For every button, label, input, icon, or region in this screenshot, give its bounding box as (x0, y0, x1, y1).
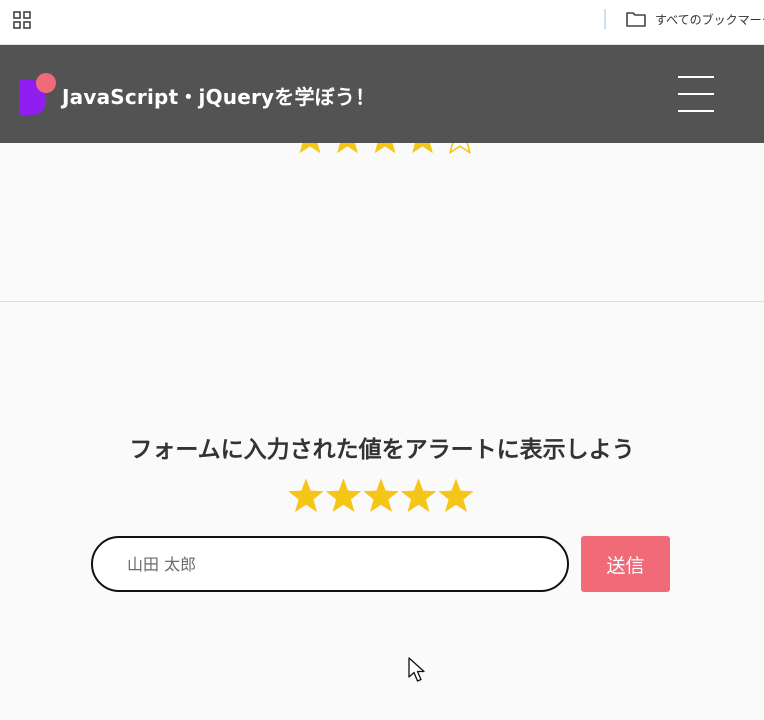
hamburger-icon (678, 76, 714, 78)
bookmarks-divider (604, 9, 606, 29)
form-rating-filled-star-icon (288, 478, 324, 512)
submit-button[interactable]: 送信 (581, 536, 670, 592)
hamburger-menu-button[interactable] (676, 74, 716, 114)
form-rating-filled-star-icon (363, 478, 399, 512)
all-bookmarks-folder[interactable]: すべてのブックマーク (625, 8, 764, 30)
apps-grid-icon[interactable] (13, 11, 31, 29)
form-rating-filled-star-icon (438, 478, 474, 512)
form-star-rating (288, 478, 474, 512)
site-title[interactable]: JavaScript・jQueryを学ぼう！ (62, 81, 375, 110)
mouse-cursor-icon (408, 657, 425, 682)
folder-icon (626, 12, 646, 27)
all-bookmarks-label: すべてのブックマーク (655, 12, 764, 27)
form-rating-filled-star-icon (401, 478, 436, 512)
site-logo-icon[interactable] (18, 72, 58, 116)
section-divider (0, 301, 764, 302)
name-input[interactable] (91, 536, 569, 592)
site-header: JavaScript・jQueryを学ぼう！ (0, 45, 764, 143)
form-section-heading: フォームに入力された値をアラートに表示しよう (129, 437, 635, 463)
bookmarks-bar: すべてのブックマーク (0, 0, 764, 45)
form-rating-filled-star-icon (326, 478, 361, 512)
